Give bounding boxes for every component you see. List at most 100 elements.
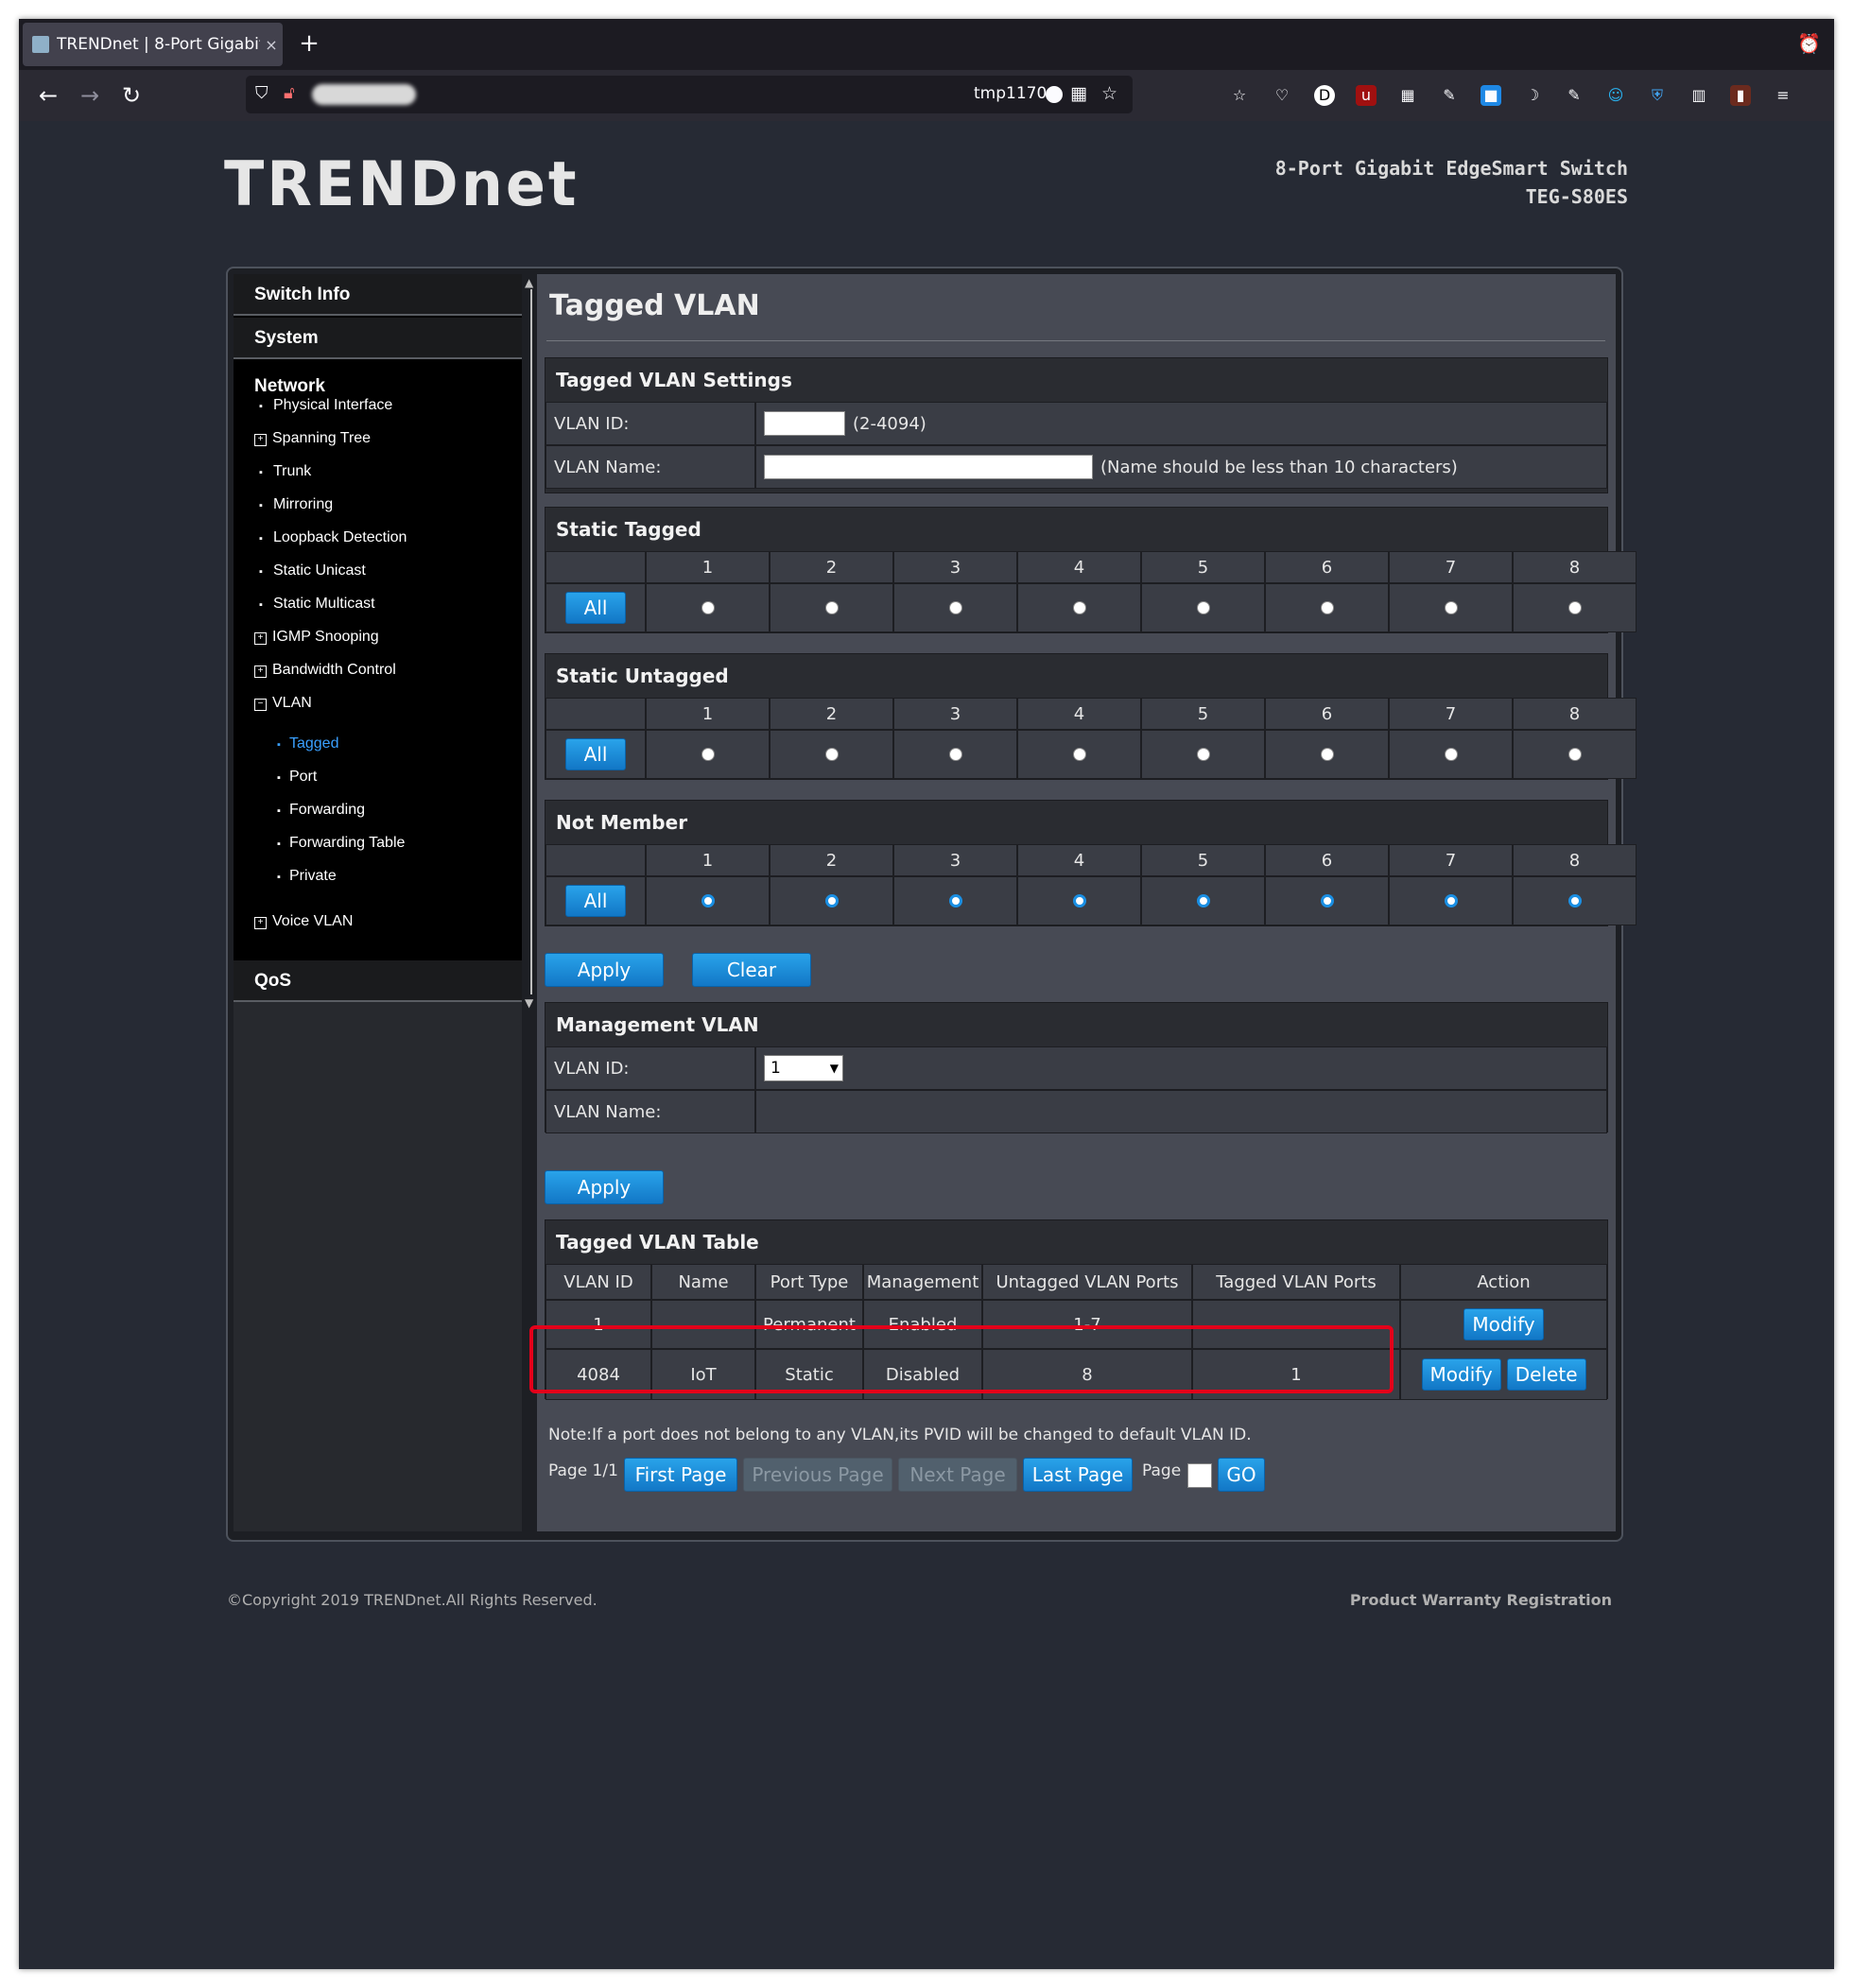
moon-icon[interactable]: ☽	[1522, 85, 1543, 106]
port-3-radio[interactable]	[948, 601, 962, 614]
mgmt-vlan-id-select[interactable]: 1 ▼	[764, 1055, 843, 1081]
port-2-radio[interactable]	[824, 894, 839, 908]
sidebar-switch-info[interactable]: Switch Info	[234, 274, 522, 316]
radio-cell	[1389, 583, 1513, 632]
main-frame: Switch Info System Network ▪ Physical Int…	[226, 267, 1637, 1542]
port-7-radio[interactable]	[1444, 748, 1458, 761]
ext-icon[interactable]: ✎	[1439, 85, 1460, 106]
port-8-radio[interactable]	[1567, 894, 1582, 908]
last-page-button[interactable]: Last Page	[1023, 1458, 1133, 1492]
sidebar-subitem-private[interactable]: ▪ Private	[277, 868, 337, 885]
lock-icon[interactable]: 🔓︎	[284, 83, 295, 103]
sidebar-subitem-forwarding-table[interactable]: ▪ Forwarding Table	[277, 835, 405, 852]
sidebar-item-bandwidth-control[interactable]: + Bandwidth Control	[254, 662, 396, 679]
menu-icon[interactable]: ≡	[1773, 85, 1793, 106]
page-input[interactable]	[1187, 1463, 1212, 1488]
first-page-button[interactable]: First Page	[624, 1458, 737, 1492]
port-8-radio[interactable]	[1567, 748, 1582, 761]
previous-page-button[interactable]: Previous Page	[743, 1458, 892, 1492]
clear-button[interactable]: Clear	[692, 953, 811, 987]
ext2-icon[interactable]: ✎	[1564, 85, 1585, 106]
sidebar-subitem-tagged[interactable]: ▪ Tagged	[277, 735, 338, 752]
port-6-radio[interactable]	[1320, 601, 1334, 614]
port-3-radio[interactable]	[948, 748, 962, 761]
port-4-radio[interactable]	[1072, 748, 1086, 761]
vlan-id-input[interactable]	[764, 411, 845, 436]
port-6-radio[interactable]	[1320, 748, 1334, 761]
port-8-radio[interactable]	[1567, 601, 1582, 614]
port-1-radio[interactable]	[701, 601, 715, 614]
grid-icon[interactable]: ▦	[1070, 83, 1087, 104]
port-4-radio[interactable]	[1072, 601, 1086, 614]
toggle-icon[interactable]	[1046, 86, 1063, 103]
modify-button[interactable]: Modify	[1421, 1358, 1501, 1391]
port-2-radio[interactable]	[824, 748, 839, 761]
sidebar-item-label: IGMP Snooping	[272, 629, 379, 645]
go-button[interactable]: GO	[1218, 1458, 1265, 1492]
back-icon[interactable]: ←	[32, 79, 64, 112]
reload-icon[interactable]: ↻	[115, 79, 147, 112]
sidebar-item-igmp-snooping[interactable]: + IGMP Snooping	[254, 629, 379, 646]
sidebar-system[interactable]: System	[234, 318, 522, 359]
port-1-radio[interactable]	[701, 894, 715, 908]
shield-ext-icon[interactable]: ♡	[1272, 85, 1292, 106]
scroll-up-icon[interactable]: ▲	[525, 276, 533, 289]
ublock-icon[interactable]: u	[1356, 85, 1377, 106]
sidebar-item-voice-vlan[interactable]: + Voice VLAN	[254, 913, 353, 930]
forward-icon[interactable]: →	[74, 79, 106, 112]
sidebar-item-mirroring[interactable]: ▪ Mirroring	[254, 496, 333, 513]
all-button[interactable]: All	[565, 738, 626, 770]
port-3-radio[interactable]	[948, 894, 962, 908]
port-5-radio[interactable]	[1196, 601, 1210, 614]
sidebar-subitem-port[interactable]: ▪ Port	[277, 769, 317, 786]
sidebar-subitem-forwarding[interactable]: ▪ Forwarding	[277, 802, 365, 819]
ext3-icon[interactable]: ▮	[1730, 85, 1751, 106]
sidebar-item-spanning-tree[interactable]: + Spanning Tree	[254, 430, 371, 447]
browser-tab[interactable]: TRENDnet | 8-Port Gigabit ×	[23, 23, 283, 66]
all-button[interactable]: All	[565, 885, 626, 917]
sidebar-network[interactable]: Network	[254, 376, 325, 397]
d-ext-icon[interactable]: D	[1314, 85, 1335, 106]
sidebar-scrollbar[interactable]: ▲ ▼	[525, 276, 535, 1010]
sidebar-item-trunk[interactable]: ▪ Trunk	[254, 463, 311, 480]
scrollbar-track[interactable]	[530, 289, 532, 994]
delete-button[interactable]: Delete	[1506, 1358, 1586, 1391]
sidebar-item-physical-interface[interactable]: ▪ Physical Interface	[254, 397, 392, 414]
radio-cell	[1265, 730, 1389, 779]
port-7-radio[interactable]	[1444, 601, 1458, 614]
model-name: TEG-S80ES	[1525, 185, 1628, 208]
port-7-radio[interactable]	[1444, 894, 1458, 908]
scroll-down-icon[interactable]: ▼	[525, 996, 533, 1010]
face-icon[interactable]: ☺	[1605, 85, 1626, 106]
url-bar[interactable]: ⛉ 🔓︎ tmp1170 ▦ ☆	[246, 76, 1133, 113]
blue-ext-icon[interactable]: ■	[1481, 85, 1501, 106]
sidebar-item-vlan[interactable]: − VLAN	[254, 695, 312, 712]
apps-icon[interactable]: ▦	[1397, 85, 1418, 106]
close-tab-icon[interactable]: ×	[260, 36, 283, 54]
sidebar-qos[interactable]: QoS	[234, 960, 522, 1002]
port-6-radio[interactable]	[1320, 894, 1334, 908]
sidebar-item-static-unicast[interactable]: ▪ Static Unicast	[254, 562, 366, 579]
vlan-name-input[interactable]	[764, 455, 1093, 479]
port-4-radio[interactable]	[1072, 894, 1086, 908]
new-tab-button[interactable]: +	[293, 28, 325, 61]
bitwarden-icon[interactable]: ⛨	[1647, 85, 1668, 106]
sidebar-item-static-multicast[interactable]: ▪ Static Multicast	[254, 596, 375, 613]
plus-icon: +	[254, 917, 267, 929]
mgmt-apply-button[interactable]: Apply	[545, 1170, 664, 1204]
warranty-link[interactable]: Product Warranty Registration	[1350, 1591, 1612, 1609]
shield-icon[interactable]: ⛉	[255, 83, 268, 103]
port-2-radio[interactable]	[824, 601, 839, 614]
sidebar-item-loopback-detection[interactable]: ▪ Loopback Detection	[254, 529, 407, 546]
port-5-radio[interactable]	[1196, 894, 1210, 908]
apply-button[interactable]: Apply	[545, 953, 664, 987]
pocket-icon[interactable]: ☆	[1229, 85, 1250, 106]
trash-icon[interactable]: ▥	[1688, 85, 1709, 106]
port-1-radio[interactable]	[701, 748, 715, 761]
port-5-radio[interactable]	[1196, 748, 1210, 761]
star-icon[interactable]: ☆	[1101, 83, 1117, 104]
next-page-button[interactable]: Next Page	[898, 1458, 1017, 1492]
modify-button[interactable]: Modify	[1463, 1308, 1544, 1340]
all-button[interactable]: All	[565, 592, 626, 624]
alarm-icon[interactable]: ⏰	[1797, 32, 1821, 55]
